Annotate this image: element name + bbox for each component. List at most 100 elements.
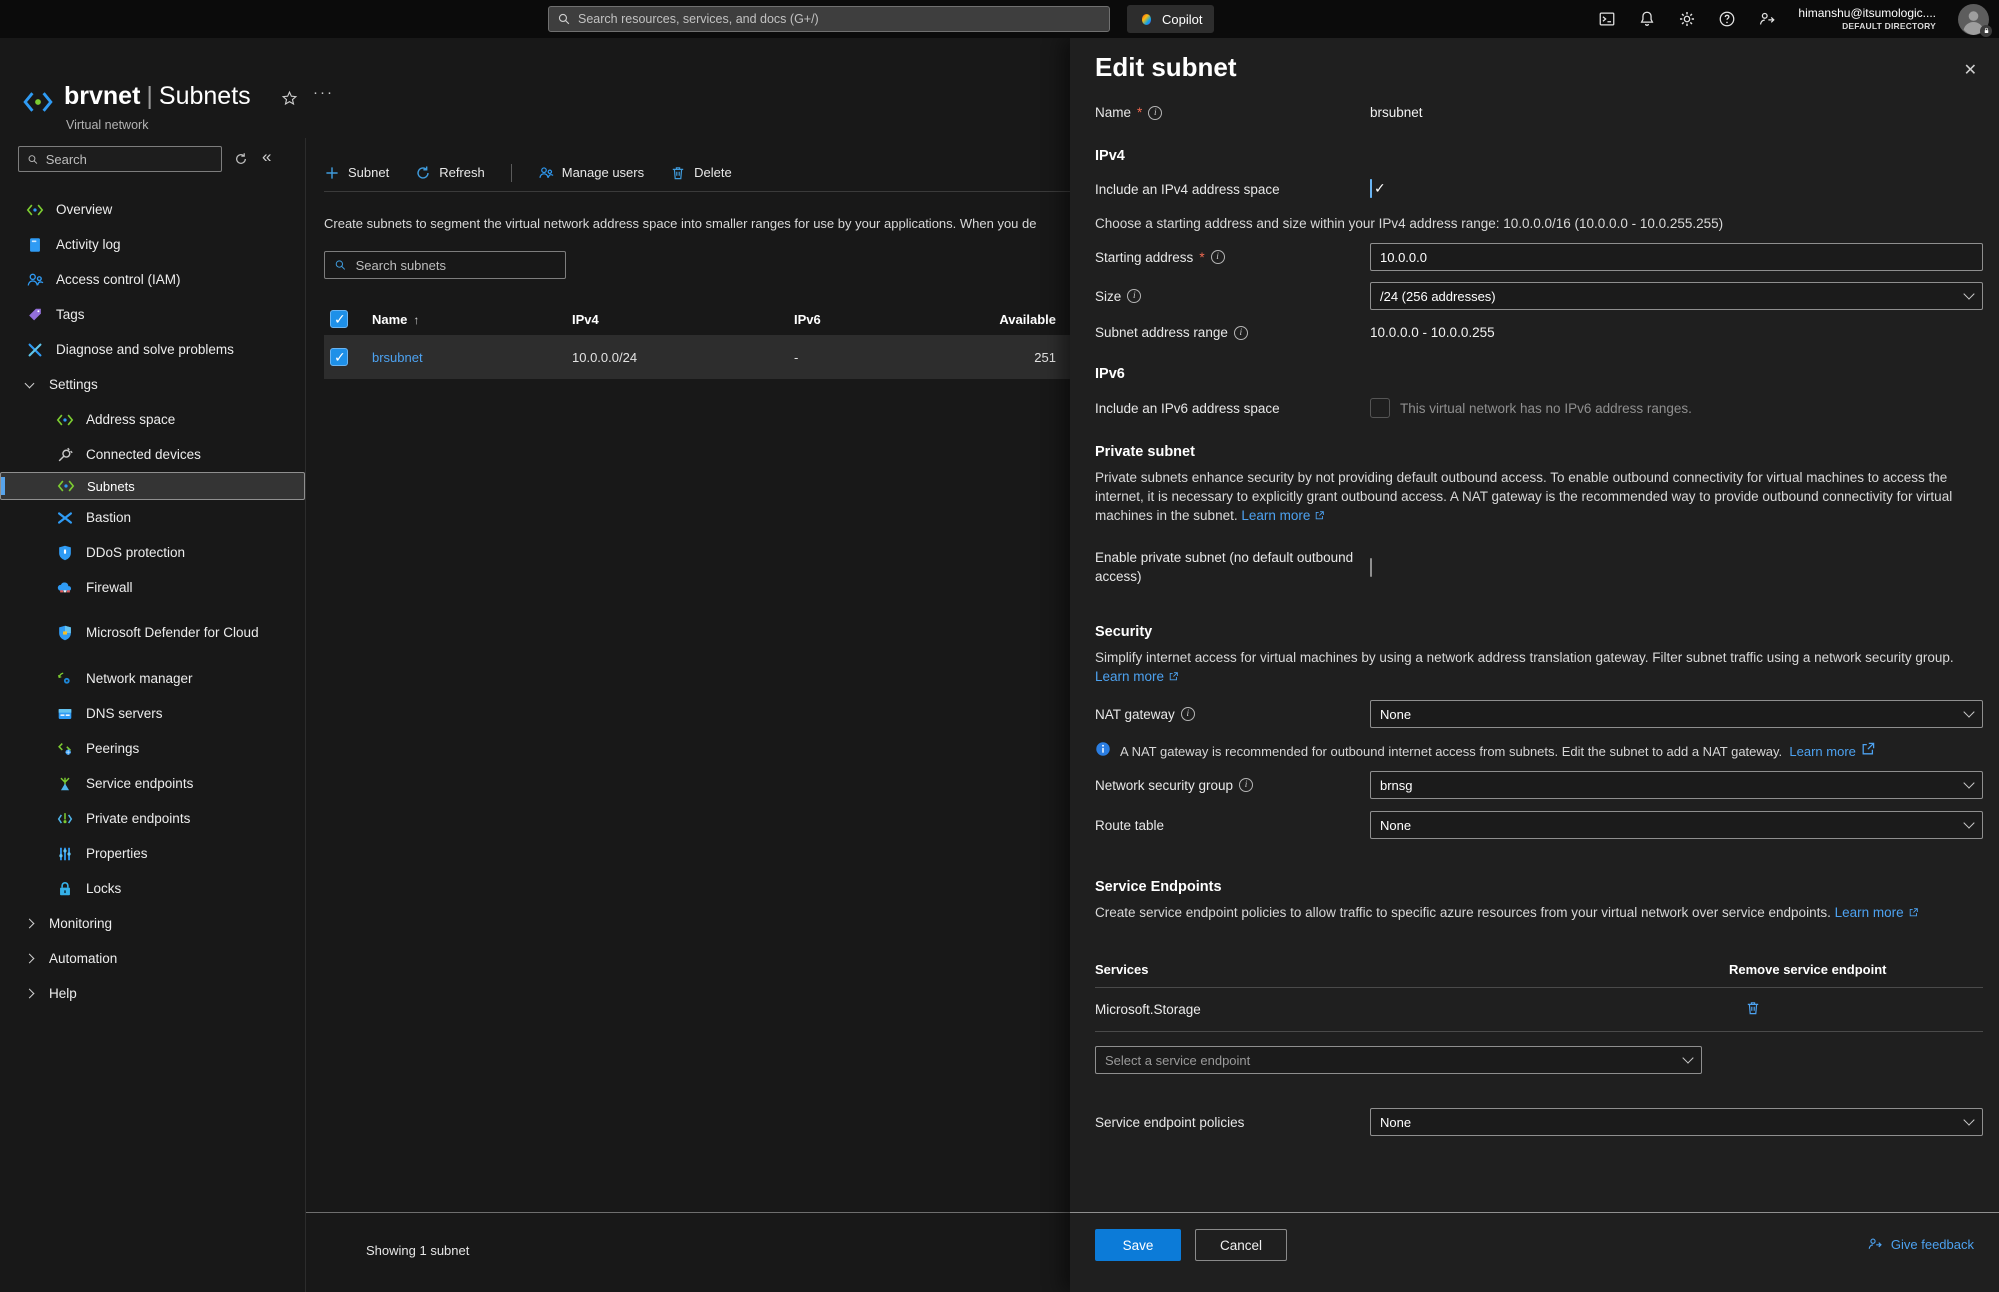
sidebar-item-service-endpoints[interactable]: Service endpoints (0, 766, 305, 801)
nat-gateway-select[interactable]: None (1370, 700, 1983, 728)
learn-more-link[interactable]: Learn more (1241, 508, 1325, 523)
sidebar-item-dns-servers[interactable]: DNS servers (0, 696, 305, 731)
manage-users-icon (538, 165, 554, 181)
global-search-input[interactable] (578, 12, 1101, 26)
close-icon[interactable]: ✕ (1958, 58, 1983, 82)
sidebar-item-tags[interactable]: Tags (0, 297, 305, 332)
learn-more-link[interactable]: Learn more (1789, 744, 1875, 759)
sidebar-group-monitoring[interactable]: Monitoring (0, 906, 305, 941)
learn-more-link[interactable]: Learn more (1095, 669, 1179, 684)
size-select[interactable]: /24 (256 addresses) (1370, 282, 1983, 310)
more-options-icon[interactable]: ··· (313, 84, 334, 101)
vnet-blade: brvnet|Subnets Virtual network ··· « Ove… (0, 38, 1070, 1292)
sidebar-item-activity-log[interactable]: Activity log (0, 227, 305, 262)
favorite-star-icon[interactable] (281, 90, 298, 107)
required-marker: * (1137, 105, 1142, 120)
external-link-icon (1168, 671, 1179, 682)
sidebar-item-address-space[interactable]: Address space (0, 402, 305, 437)
feedback-icon[interactable] (1758, 10, 1776, 28)
include-ipv4-row: Include an IPv4 address space (1095, 180, 1983, 198)
sort-ascending-icon: ↑ (407, 313, 419, 327)
info-tooltip-icon[interactable]: i (1239, 778, 1253, 792)
subnet-search-input[interactable] (356, 258, 556, 273)
collapse-menu-icon[interactable]: « (262, 147, 271, 167)
column-ipv4[interactable]: IPv4 (572, 312, 794, 327)
table-row[interactable]: brsubnet 10.0.0.0/24 - 251 (324, 335, 1070, 379)
global-search-box[interactable] (548, 6, 1110, 32)
sidebar-item-peerings[interactable]: Peerings (0, 731, 305, 766)
subnet-search-box[interactable] (324, 251, 566, 279)
virtual-network-icon (20, 86, 56, 118)
sidebar-item-network-manager[interactable]: Network manager (0, 661, 305, 696)
include-ipv4-checkbox[interactable] (1370, 179, 1372, 198)
service-endpoint-select[interactable]: Select a service endpoint (1095, 1046, 1702, 1074)
learn-more-link[interactable]: Learn more (1835, 905, 1919, 920)
sidebar-group-help[interactable]: Help (0, 976, 305, 1011)
info-icon (1095, 741, 1111, 757)
settings-gear-icon[interactable] (1678, 10, 1696, 28)
info-tooltip-icon[interactable]: i (1127, 289, 1141, 303)
save-button[interactable]: Save (1095, 1229, 1181, 1261)
cloud-shell-icon[interactable] (1598, 10, 1616, 28)
sidebar-item-private-endpoints[interactable]: Private endpoints (0, 801, 305, 836)
menu-search-box[interactable] (18, 146, 222, 172)
subnets-description: Create subnets to segment the virtual ne… (324, 216, 1070, 231)
column-ipv6[interactable]: IPv6 (794, 312, 962, 327)
starting-address-row: Starting address*i (1095, 243, 1983, 271)
subnets-table: Name↑ IPv4 IPv6 Available brsubnet 10.0.… (324, 303, 1070, 379)
menu-refresh-icon[interactable] (234, 152, 248, 166)
manage-users-button[interactable]: Manage users (538, 165, 644, 181)
subnet-range-row: Subnet address rangei 10.0.0.0 - 10.0.0.… (1095, 325, 1983, 340)
row-checkbox[interactable] (330, 348, 348, 366)
sidebar-item-access-control[interactable]: Access control (IAM) (0, 262, 305, 297)
external-link-icon (1908, 907, 1919, 918)
info-tooltip-icon[interactable]: i (1181, 707, 1195, 721)
sidebar-item-properties[interactable]: Properties (0, 836, 305, 871)
sidebar-item-overview[interactable]: Overview (0, 192, 305, 227)
refresh-button[interactable]: Refresh (415, 165, 485, 181)
ipv4-section-header: IPv4 (1095, 148, 1983, 164)
copilot-button[interactable]: Copilot (1127, 5, 1214, 33)
help-icon[interactable] (1718, 10, 1736, 28)
info-tooltip-icon[interactable]: i (1211, 250, 1225, 264)
service-name: Microsoft.Storage (1095, 1002, 1729, 1017)
sidebar-item-defender[interactable]: Microsoft Defender for Cloud (0, 605, 305, 661)
sidebar-item-locks[interactable]: Locks (0, 871, 305, 906)
endpoint-policies-select[interactable]: None (1370, 1108, 1983, 1136)
account-info[interactable]: himanshu@itsumologic.... DEFAULT DIRECTO… (1798, 6, 1936, 32)
enable-private-subnet-checkbox[interactable] (1370, 558, 1372, 577)
sidebar-group-automation[interactable]: Automation (0, 941, 305, 976)
cancel-button[interactable]: Cancel (1195, 1229, 1287, 1261)
private-endpoints-icon (56, 810, 74, 828)
route-table-select[interactable]: None (1370, 811, 1983, 839)
access-control-icon (26, 271, 44, 289)
name-row: Name*i brsubnet (1095, 105, 1983, 120)
subnet-name-link[interactable]: brsubnet (372, 350, 572, 365)
menu-search-input[interactable] (46, 152, 213, 167)
add-subnet-button[interactable]: Subnet (324, 165, 389, 181)
chevron-down-icon (1682, 1053, 1693, 1064)
delete-button[interactable]: Delete (670, 165, 732, 181)
avatar[interactable] (1958, 4, 1989, 35)
remove-endpoint-trash-icon[interactable] (1745, 1000, 1761, 1016)
give-feedback-link[interactable]: Give feedback (1867, 1236, 1974, 1252)
nsg-select[interactable]: brnsg (1370, 771, 1983, 799)
sidebar-item-ddos-protection[interactable]: DDoS protection (0, 535, 305, 570)
sidebar-item-connected-devices[interactable]: Connected devices (0, 437, 305, 472)
sidebar-item-bastion[interactable]: Bastion (0, 500, 305, 535)
edit-subnet-panel: Edit subnet ✕ Name*i brsubnet IPv4 Inclu… (1070, 38, 1999, 1292)
private-subnet-header: Private subnet (1095, 444, 1983, 460)
chevron-down-icon (1963, 778, 1974, 789)
sidebar-item-diagnose[interactable]: Diagnose and solve problems (0, 332, 305, 367)
info-tooltip-icon[interactable]: i (1234, 326, 1248, 340)
sidebar-group-settings[interactable]: Settings (0, 367, 305, 402)
notifications-bell-icon[interactable] (1638, 10, 1656, 28)
column-name[interactable]: Name↑ (372, 312, 572, 327)
column-available[interactable]: Available (962, 312, 1070, 327)
sidebar-item-subnets[interactable]: Subnets (0, 472, 305, 500)
info-tooltip-icon[interactable]: i (1148, 106, 1162, 120)
chevron-right-icon (25, 954, 35, 964)
select-all-checkbox[interactable] (330, 310, 348, 328)
sidebar-item-firewall[interactable]: Firewall (0, 570, 305, 605)
starting-address-input[interactable] (1370, 243, 1983, 271)
